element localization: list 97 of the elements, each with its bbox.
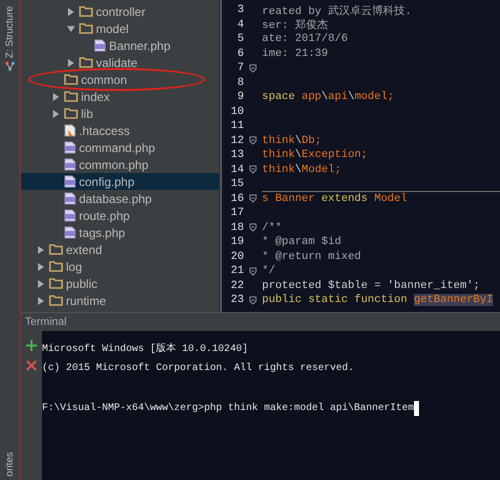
tree-item[interactable]: runtime [21, 292, 219, 309]
php-file-icon [64, 226, 76, 239]
tree-item[interactable]: index [21, 88, 219, 105]
folder-icon [79, 23, 93, 34]
line-number: 23 [230, 294, 244, 306]
collapsed-arrow-icon[interactable] [37, 280, 45, 288]
line-number: 4 [236, 18, 244, 31]
tree-item[interactable]: extend [21, 241, 219, 258]
code-line: * @return mixed [262, 250, 362, 263]
fold-marker-icon[interactable] [249, 223, 257, 232]
terminal-title: Terminal [25, 316, 67, 328]
line-number: 5 [236, 33, 244, 46]
folder-icon [49, 295, 63, 306]
code-line: think\Model; [262, 164, 342, 176]
code-line: think\Exception; [262, 149, 368, 162]
tree-item[interactable]: database.php [21, 190, 219, 207]
line-number: 12 [230, 134, 244, 147]
collapsed-arrow-icon[interactable] [67, 8, 75, 16]
structure-tab[interactable]: Z: Structure [0, 0, 20, 76]
tree-item[interactable]: lib [21, 105, 219, 122]
line-number: 19 [230, 236, 244, 248]
code-line: ime: 21:39 [262, 48, 328, 60]
favorites-tab[interactable]: orites [0, 448, 20, 480]
code-line: ate: 2017/8/6 [262, 33, 348, 46]
structure-icon [5, 61, 15, 72]
terminal-line: F:\Visual-NMP-x64\www\zerg>php think make:model api\BannerItem [42, 402, 414, 414]
tree-item[interactable]: model [21, 20, 219, 37]
line-number: 14 [230, 164, 244, 176]
collapsed-arrow-icon[interactable] [37, 246, 45, 254]
folder-icon [79, 57, 93, 68]
plus-icon[interactable] [26, 340, 37, 351]
line-number: 21 [230, 265, 244, 278]
line-number: 20 [230, 250, 244, 263]
terminal-line: Microsoft Windows [版本 10.0.10240] [42, 342, 248, 355]
php-file-icon [64, 158, 76, 171]
code-line: reated by 武汉卓云博科技. [262, 4, 412, 18]
php-file-icon [64, 141, 76, 154]
folder-icon [64, 74, 78, 85]
php-file-icon [64, 209, 76, 222]
tree-item[interactable]: route.php [21, 207, 219, 224]
folder-icon [49, 261, 63, 272]
code-line: think\Db; [262, 134, 322, 147]
folder-icon [64, 108, 78, 119]
fold-marker-icon[interactable] [249, 165, 257, 174]
line-number: 10 [230, 106, 244, 118]
fold-marker-icon[interactable] [249, 64, 257, 73]
php-file-icon [64, 192, 76, 205]
folder-icon [49, 278, 63, 289]
tree-item[interactable]: common.php [21, 156, 219, 173]
line-number: 18 [230, 222, 244, 234]
php-file-icon [64, 175, 76, 188]
line-number: 8 [236, 76, 244, 89]
collapsed-arrow-icon[interactable] [67, 58, 75, 66]
tree-item[interactable]: log [21, 258, 219, 275]
line-number: 9 [236, 91, 244, 104]
php-file-icon [94, 39, 106, 52]
collapsed-arrow-icon[interactable] [52, 92, 60, 100]
line-number: 6 [236, 48, 244, 60]
folder-icon [64, 91, 78, 102]
code-line: public static function getBannerByI [262, 294, 494, 306]
line-number: 13 [230, 149, 244, 162]
code-line: ser: 郑俊杰 [262, 18, 328, 32]
code-line: protected $table = 'banner_item'; [262, 280, 480, 292]
code-line: space app\api\model; [262, 91, 394, 104]
line-number: 3 [236, 4, 244, 16]
code-line: */ [262, 265, 276, 278]
tree-item[interactable]: common [21, 71, 219, 88]
config-file-icon [64, 124, 76, 137]
tree-item[interactable]: Banner.php [21, 37, 219, 54]
fold-marker-icon[interactable] [249, 296, 257, 305]
folder-icon [49, 244, 63, 255]
line-number: 7 [236, 62, 244, 74]
tree-item[interactable]: tags.php [21, 224, 219, 241]
line-number: 17 [230, 207, 244, 220]
code-line: /** [262, 222, 282, 234]
folder-icon [79, 6, 93, 17]
close-icon[interactable] [26, 360, 37, 371]
tree-item[interactable]: command.php [21, 139, 219, 156]
fold-marker-icon[interactable] [249, 266, 257, 276]
tree-item[interactable]: controller [21, 3, 219, 20]
line-number: 22 [230, 280, 244, 292]
line-number: 11 [230, 120, 244, 132]
line-number: 16 [230, 192, 244, 205]
terminal-line: (c) 2015 Microsoft Corporation. All rights reserved. [42, 362, 354, 374]
tree-item[interactable]: .htaccess [21, 122, 219, 139]
tree-item[interactable]: public [21, 275, 219, 292]
code-line: * @param $id [262, 236, 342, 248]
code-line: s Banner extends Model [262, 192, 408, 205]
tree-item[interactable]: validate [21, 54, 219, 71]
fold-marker-icon[interactable] [249, 194, 257, 204]
collapsed-arrow-icon[interactable] [37, 296, 45, 304]
tree-item[interactable]: config.php [21, 173, 219, 190]
collapsed-arrow-icon[interactable] [37, 262, 45, 270]
expanded-arrow-icon[interactable] [67, 24, 75, 32]
fold-marker-icon[interactable] [249, 136, 257, 146]
line-number: 15 [230, 178, 244, 190]
collapsed-arrow-icon[interactable] [52, 110, 60, 118]
